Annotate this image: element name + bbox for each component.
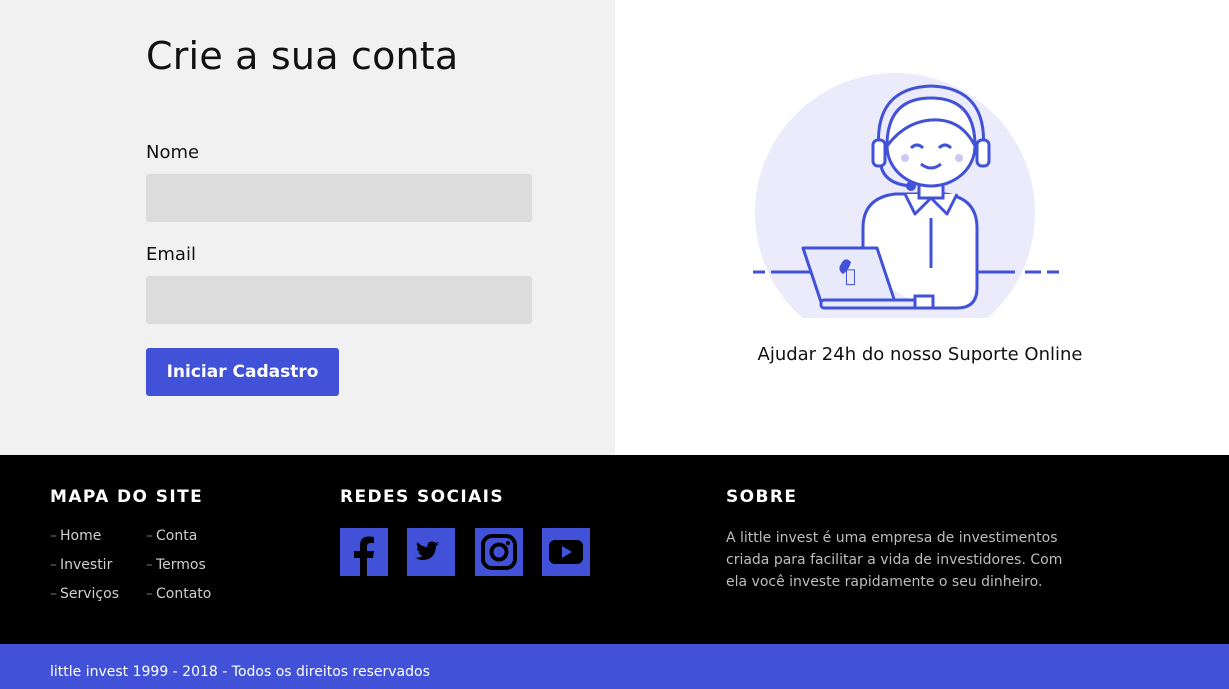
- twitter-icon[interactable]: [407, 528, 455, 576]
- footer: MAPA DO SITE – Home – Conta – Investir – Ter…: [0, 455, 1229, 644]
- sitemap-link-conta[interactable]: – Conta: [146, 528, 197, 544]
- sitemap-link-contato[interactable]: – Contato: [146, 586, 211, 602]
- instagram-icon[interactable]: [475, 528, 523, 576]
- support-agent-illustration: : [753, 73, 1059, 318]
- youtube-icon[interactable]: [542, 528, 590, 576]
- about-heading: SOBRE: [726, 487, 798, 507]
- support-caption: Ajudar 24h do nosso Suporte Online: [757, 344, 1083, 365]
- sitemap-heading: MAPA DO SITE: [50, 487, 204, 507]
- name-field[interactable]: [146, 174, 532, 222]
- email-label: Email: [146, 244, 196, 265]
- form-title: Crie a sua conta: [146, 34, 459, 78]
- email-field[interactable]: [146, 276, 532, 324]
- signup-form-panel: Crie a sua conta Nome Email Iniciar Cada…: [0, 0, 615, 455]
- submit-button[interactable]: Iniciar Cadastro: [146, 348, 339, 396]
- facebook-icon[interactable]: [340, 528, 388, 576]
- social-heading: REDES SOCIAIS: [340, 487, 505, 507]
- sitemap-link-termos[interactable]: – Termos: [146, 557, 206, 573]
- sitemap-link-home[interactable]: – Home: [50, 528, 101, 544]
- sitemap-link-servicos[interactable]: – Serviços: [50, 586, 119, 602]
- sitemap-link-investir[interactable]: – Investir: [50, 557, 112, 573]
- about-text: A little invest é uma empresa de investi…: [726, 530, 1063, 590]
- name-label: Nome: [146, 142, 200, 163]
- copyright-text: little invest 1999 - 2018 - Todos os dir…: [50, 664, 430, 680]
- support-panel:  Ajudar 24h do nosso Suporte Online: [615, 0, 1229, 455]
